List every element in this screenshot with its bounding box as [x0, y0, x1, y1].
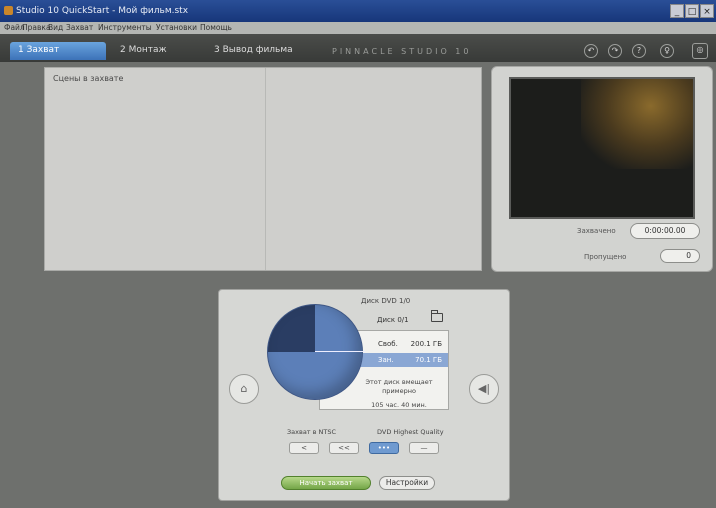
album-page-divider [265, 68, 266, 270]
used-space-label: Зан. [378, 356, 394, 364]
tab-edit[interactable]: 2 Монтаж [112, 42, 198, 60]
disc-type-label: Диск DVD 1/0 [361, 297, 411, 305]
camcorder-icon[interactable]: ⌂ [229, 374, 259, 404]
title-bar: Studio 10 QuickStart - Мой фильм.stx _ □… [0, 0, 716, 22]
quality-low-button[interactable]: < [289, 442, 319, 454]
capacity-remaining: 105 час. 40 мин. [371, 401, 427, 409]
captured-label: Захвачено [577, 227, 616, 235]
help-icon[interactable]: ? [632, 44, 646, 58]
dropped-label: Пропущено [584, 253, 627, 261]
free-space-label: Своб. [378, 340, 398, 348]
disc-name: Диск 0/1 [377, 316, 409, 324]
tab-capture[interactable]: 1 Захват [10, 42, 106, 60]
quality-label: DVD Highest Quality [377, 428, 444, 436]
menu-setup[interactable]: Установки [156, 23, 197, 32]
app-window: Studio 10 QuickStart - Мой фильм.stx _ □… [0, 0, 716, 508]
undo-icon[interactable]: ↶ [584, 44, 598, 58]
close-button[interactable]: × [700, 4, 714, 18]
menu-view[interactable]: Вид [48, 23, 63, 32]
audio-level-icon[interactable]: ◀| [469, 374, 499, 404]
album-caption: Сцены в захвате [53, 74, 124, 83]
brand-logo-text: PINNACLE STUDIO 10 [332, 47, 472, 56]
tab-bar: 1 Захват 2 Монтаж 3 Вывод фильма PINNACL… [0, 34, 716, 62]
minimize-button[interactable]: _ [670, 4, 684, 18]
redo-icon[interactable]: ↷ [608, 44, 622, 58]
pie-pointer [315, 351, 365, 352]
quality-custom-button[interactable]: — [409, 442, 439, 454]
preview-player: Захвачено 0:00:00.00 Пропущено 0 [491, 66, 713, 272]
scene-album: Сцены в захвате [44, 67, 482, 271]
folder-icon[interactable] [431, 310, 443, 322]
menu-help[interactable]: Помощь [200, 23, 232, 32]
video-standard-label: Захват в NTSC [287, 428, 337, 436]
menu-edit[interactable]: Правка [22, 23, 51, 32]
disc-icon[interactable]: ◎ [692, 43, 708, 59]
maximize-button[interactable]: □ [685, 4, 699, 18]
menu-capture[interactable]: Захват [66, 23, 93, 32]
capture-source-panel: Диск DVD 1/0 Диск 0/1 Своб. 200.1 ГБ Зан… [218, 289, 510, 501]
dropped-counter: 0 [660, 249, 700, 263]
start-capture-button[interactable]: Начать захват [281, 476, 371, 490]
captured-timecode: 0:00:00.00 [630, 223, 700, 239]
settings-button[interactable]: Настройки [379, 476, 435, 490]
tab-make-movie[interactable]: 3 Вывод фильма [206, 42, 316, 60]
menu-tools[interactable]: Инструменты [98, 23, 152, 32]
menu-bar: Файл Правка Вид Захват Инструменты Устан… [0, 22, 716, 34]
bulb-icon[interactable]: ♀ [660, 44, 674, 58]
free-space-value: 200.1 ГБ [410, 340, 442, 348]
quality-medium-button[interactable]: << [329, 442, 359, 454]
capacity-note: Этот диск вмещает примерно [365, 378, 433, 395]
used-space-value: 70.1 ГБ [415, 356, 442, 364]
app-icon [4, 6, 13, 15]
video-preview [509, 77, 695, 219]
window-title: Studio 10 QuickStart - Мой фильм.stx [16, 6, 189, 16]
quality-high-button[interactable]: ••• [369, 442, 399, 454]
